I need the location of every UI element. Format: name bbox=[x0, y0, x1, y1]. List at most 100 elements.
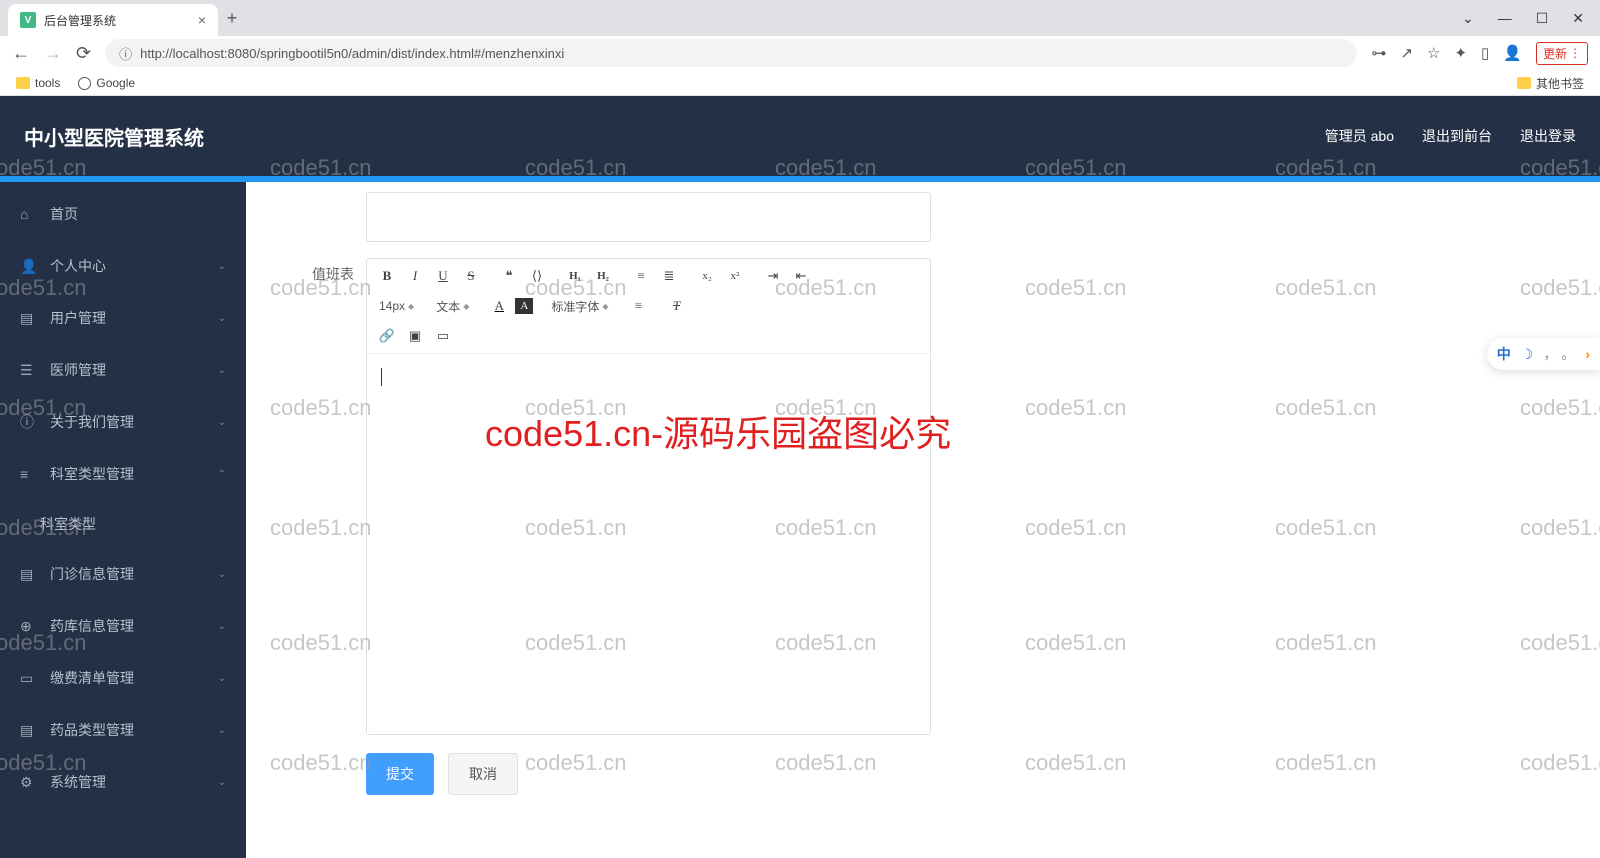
ordered-list-button[interactable]: ≡ bbox=[629, 265, 653, 287]
bookmark-other[interactable]: 其他书签 bbox=[1517, 75, 1584, 92]
window-controls: ⌄ — ☐ ✕ bbox=[1462, 10, 1600, 27]
bold-button[interactable]: B bbox=[375, 265, 399, 287]
chevron-down-icon: ⌄ bbox=[218, 261, 226, 272]
ime-widget[interactable]: 中 ☽ ， 。 › bbox=[1487, 338, 1600, 370]
list-icon: ≡ bbox=[20, 466, 38, 482]
sidebar-sub-dept-type[interactable]: 科室类型 bbox=[0, 500, 246, 548]
text-style-select[interactable]: 文本◆ bbox=[432, 298, 473, 315]
home-icon: ⌂ bbox=[20, 206, 38, 222]
close-window-icon[interactable]: ✕ bbox=[1572, 10, 1584, 27]
profile-icon[interactable]: 👤 bbox=[1503, 44, 1522, 62]
indent-button[interactable]: ⇥ bbox=[761, 265, 785, 287]
sidebar-item-personal[interactable]: 👤个人中心⌄ bbox=[0, 240, 246, 292]
sidebar-item-dept-type[interactable]: ≡科室类型管理⌃ bbox=[0, 448, 246, 500]
link-button[interactable]: 🔗 bbox=[375, 325, 399, 347]
extension-icon[interactable]: ✦ bbox=[1454, 44, 1467, 62]
exit-to-front-button[interactable]: 退出到前台 bbox=[1422, 126, 1492, 146]
user-label[interactable]: 管理员 abo bbox=[1325, 126, 1394, 146]
close-icon[interactable]: × bbox=[198, 12, 206, 28]
sidebar-item-home[interactable]: ⌂首页 bbox=[0, 188, 246, 240]
moon-icon[interactable]: ☽ bbox=[1521, 346, 1534, 363]
bookmarks-bar: tools Google 其他书签 bbox=[0, 70, 1600, 96]
forward-button[interactable]: → bbox=[44, 43, 62, 64]
sidebar-item-doctors[interactable]: ☰医师管理⌄ bbox=[0, 344, 246, 396]
sidebar-item-about[interactable]: ⓘ关于我们管理⌄ bbox=[0, 396, 246, 448]
chevron-down-icon: ⌄ bbox=[218, 313, 226, 324]
italic-button[interactable]: I bbox=[403, 265, 427, 287]
gear-icon: ⚙ bbox=[20, 774, 38, 791]
chevron-down-icon: ⌄ bbox=[218, 673, 226, 684]
minimize-icon[interactable]: — bbox=[1498, 10, 1512, 27]
tab-bar: V 后台管理系统 × + ⌄ — ☐ ✕ bbox=[0, 0, 1600, 36]
video-button[interactable]: ▭ bbox=[431, 325, 455, 347]
h1-button[interactable]: H₁ bbox=[563, 265, 587, 287]
font-size-select[interactable]: 14px◆ bbox=[375, 299, 418, 313]
star-icon[interactable]: ☆ bbox=[1427, 44, 1440, 62]
align-button[interactable]: ≡ bbox=[627, 295, 651, 317]
reload-button[interactable]: ⟳ bbox=[76, 43, 91, 64]
doctor-icon: ☰ bbox=[20, 362, 38, 379]
maximize-icon[interactable]: ☐ bbox=[1536, 10, 1549, 27]
share-icon[interactable]: ↗ bbox=[1400, 44, 1413, 62]
chevron-down-icon: ⌄ bbox=[218, 621, 226, 632]
update-button[interactable]: 更新⋮ bbox=[1536, 42, 1588, 65]
arrow-right-icon[interactable]: › bbox=[1585, 346, 1590, 362]
bookmark-tools[interactable]: tools bbox=[16, 76, 60, 90]
chevron-down-icon: ⌄ bbox=[218, 569, 226, 580]
sidebar-item-drug-type[interactable]: ▤药品类型管理⌄ bbox=[0, 704, 246, 756]
info-icon: ⓘ bbox=[20, 412, 38, 432]
sidebar-item-outpatient[interactable]: ▤门诊信息管理⌄ bbox=[0, 548, 246, 600]
editor-content[interactable] bbox=[367, 354, 930, 734]
password-icon[interactable]: ⊶ bbox=[1371, 44, 1386, 62]
previous-field-box[interactable] bbox=[366, 192, 931, 242]
app-header: 中小型医院管理系统 管理员 abo 退出到前台 退出登录 bbox=[0, 96, 1600, 176]
image-button[interactable]: ▣ bbox=[403, 325, 427, 347]
browser-tab[interactable]: V 后台管理系统 × bbox=[8, 4, 218, 36]
subscript-button[interactable]: x₂ bbox=[695, 265, 719, 287]
clipboard-icon: ▤ bbox=[20, 566, 38, 583]
underline-button[interactable]: U bbox=[431, 265, 455, 287]
users-icon: ▤ bbox=[20, 310, 38, 327]
back-button[interactable]: ← bbox=[12, 43, 30, 64]
submit-button[interactable]: 提交 bbox=[366, 753, 434, 795]
chevron-down-icon: ⌄ bbox=[218, 777, 226, 788]
strike-button[interactable]: S bbox=[459, 265, 483, 287]
ime-comma[interactable]: ， bbox=[1543, 344, 1557, 364]
info-icon: ⓘ bbox=[119, 44, 132, 63]
sidebar-item-billing[interactable]: ▭缴费清单管理⌄ bbox=[0, 652, 246, 704]
ime-period[interactable]: 。 bbox=[1561, 344, 1575, 364]
user-icon: 👤 bbox=[20, 258, 38, 275]
outdent-button[interactable]: ⇤ bbox=[789, 265, 813, 287]
sidebar-item-system[interactable]: ⚙系统管理⌄ bbox=[0, 756, 246, 808]
unordered-list-button[interactable]: ≣ bbox=[657, 265, 681, 287]
main-content: 值班表 B I U S ❝ ⟨⟩ H₁ H₂ ≡ bbox=[246, 182, 1600, 858]
sidebar-item-users[interactable]: ▤用户管理⌄ bbox=[0, 292, 246, 344]
field-label-schedule: 值班表 bbox=[286, 258, 366, 735]
url-text: http://localhost:8080/springbootil5n0/ad… bbox=[140, 46, 564, 61]
h2-button[interactable]: H₂ bbox=[591, 265, 615, 287]
quote-button[interactable]: ❝ bbox=[497, 265, 521, 287]
bookmark-google[interactable]: Google bbox=[78, 76, 135, 90]
folder-icon bbox=[16, 77, 30, 89]
new-tab-button[interactable]: + bbox=[218, 8, 246, 29]
clear-format-button[interactable]: T bbox=[665, 295, 689, 317]
sidebar-item-pharmacy[interactable]: ⊕药库信息管理⌄ bbox=[0, 600, 246, 652]
url-input[interactable]: ⓘ http://localhost:8080/springbootil5n0/… bbox=[105, 39, 1357, 67]
ime-lang[interactable]: 中 bbox=[1497, 344, 1511, 364]
bill-icon: ▭ bbox=[20, 670, 38, 687]
code-button[interactable]: ⟨⟩ bbox=[525, 265, 549, 287]
globe-icon bbox=[78, 77, 91, 90]
panel-icon[interactable]: ▯ bbox=[1481, 44, 1489, 62]
bg-color-button[interactable]: A bbox=[515, 298, 533, 314]
pill-icon: ⊕ bbox=[20, 618, 38, 635]
logout-button[interactable]: 退出登录 bbox=[1520, 126, 1576, 146]
address-bar: ← → ⟳ ⓘ http://localhost:8080/springboot… bbox=[0, 36, 1600, 70]
cancel-button[interactable]: 取消 bbox=[448, 753, 518, 795]
font-color-button[interactable]: A bbox=[487, 295, 511, 317]
font-family-select[interactable]: 标准字体◆ bbox=[547, 298, 612, 315]
rich-text-editor: B I U S ❝ ⟨⟩ H₁ H₂ ≡ ≣ x₂ bbox=[366, 258, 931, 735]
browser-chrome: V 后台管理系统 × + ⌄ — ☐ ✕ ← → ⟳ ⓘ http://loca… bbox=[0, 0, 1600, 96]
chevron-down-icon[interactable]: ⌄ bbox=[1462, 10, 1474, 27]
superscript-button[interactable]: x² bbox=[723, 265, 747, 287]
text-cursor bbox=[381, 368, 382, 386]
